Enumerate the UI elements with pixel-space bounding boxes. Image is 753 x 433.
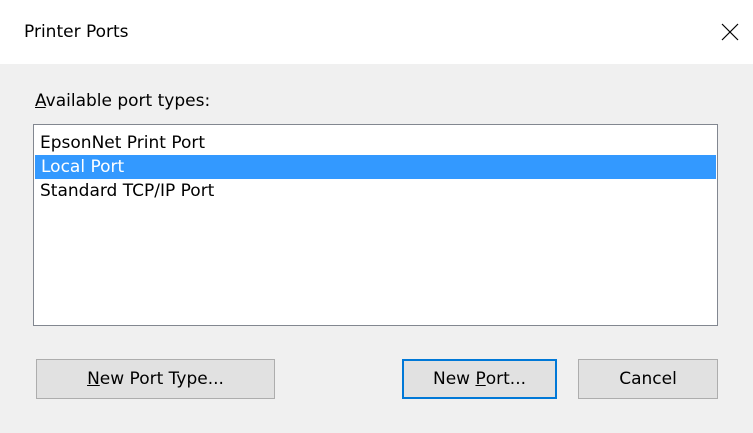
new-port-type-button[interactable]: New Port Type... xyxy=(36,359,275,399)
port-types-listbox[interactable]: EpsonNet Print Port Local Port Standard … xyxy=(33,124,718,326)
title-bar: Printer Ports xyxy=(0,0,753,64)
list-item-standard-tcp-ip-port[interactable]: Standard TCP/IP Port xyxy=(34,179,717,203)
close-icon xyxy=(721,23,739,41)
list-item-local-port[interactable]: Local Port xyxy=(35,155,716,179)
dialog-body: Available port types: EpsonNet Print Por… xyxy=(0,64,753,433)
list-item-epsonnet-print-port[interactable]: EpsonNet Print Port xyxy=(34,131,717,155)
window-title: Printer Ports xyxy=(24,22,129,42)
printer-ports-dialog: Printer Ports Available port types: Epso… xyxy=(0,0,753,433)
new-port-button[interactable]: New Port... xyxy=(402,359,557,399)
available-port-types-label: Available port types: xyxy=(35,91,211,111)
cancel-button[interactable]: Cancel xyxy=(578,359,718,399)
close-button[interactable] xyxy=(707,0,753,64)
